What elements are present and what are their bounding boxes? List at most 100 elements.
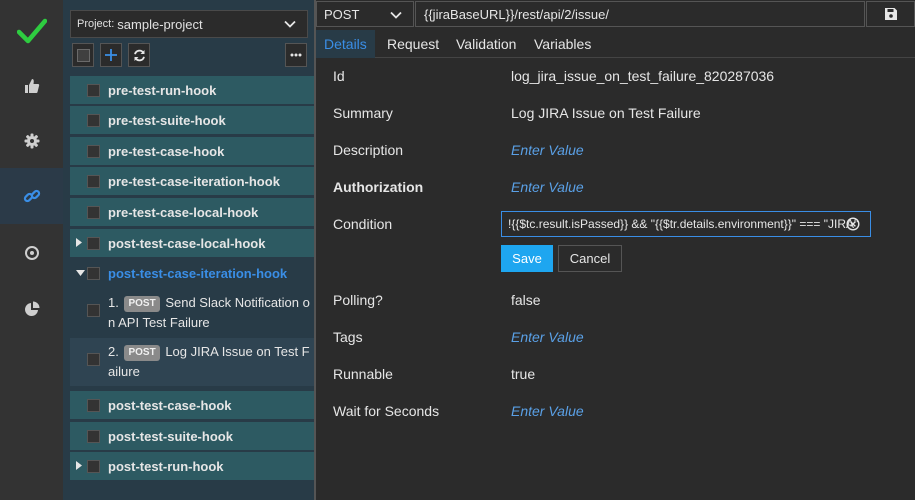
gear-icon [24, 133, 39, 149]
tree-row-label: pre-test-case-hook [108, 144, 225, 159]
project-label: Project: [77, 18, 115, 30]
select-all-checkbox[interactable] [72, 43, 94, 67]
left-nav-rail [0, 0, 63, 500]
ellipsis-icon [290, 53, 302, 57]
row-checkbox[interactable] [87, 206, 100, 219]
description-value[interactable]: Enter Value [511, 142, 584, 158]
row-checkbox[interactable] [87, 114, 100, 127]
nav-settings[interactable] [0, 113, 63, 169]
row-checkbox[interactable] [87, 145, 100, 158]
tree-row-post-test-run-hook[interactable]: post-test-run-hook [70, 452, 314, 480]
hook-item-index: 2. [108, 344, 119, 359]
more-options-button[interactable] [285, 43, 307, 67]
nav-hooks[interactable] [0, 168, 63, 224]
refresh-button[interactable] [128, 43, 150, 67]
project-select[interactable]: Project: sample-project [70, 10, 308, 38]
app-window: Project: sample-project pre-test-run-hoo… [0, 0, 915, 500]
tree-row-post-test-suite-hook[interactable]: post-test-suite-hook [70, 422, 314, 450]
chevron-down-icon [390, 11, 402, 19]
tab-variables[interactable]: Variables [534, 30, 591, 58]
tab-details[interactable]: Details [316, 30, 375, 58]
pie-chart-icon [24, 301, 39, 316]
http-method-select[interactable]: POST [316, 1, 414, 27]
tree-row-label: pre-test-case-local-hook [108, 205, 259, 220]
summary-value[interactable]: Log JIRA Issue on Test Failure [511, 105, 701, 121]
project-name: sample-project [117, 16, 203, 32]
row-checkbox[interactable] [87, 175, 100, 188]
tree-row-label: pre-test-suite-hook [108, 113, 226, 128]
hook-item-log-jira-issue[interactable]: 2. POST Log JIRA Issue on Test F ailure [70, 338, 314, 386]
summary-label: Summary [333, 105, 393, 121]
runnable-value[interactable]: true [511, 366, 535, 382]
refresh-icon [133, 49, 145, 61]
thumbs-up-icon [24, 79, 39, 93]
tree-row-label: post-test-run-hook [108, 459, 224, 474]
id-label: Id [333, 68, 345, 84]
authorization-label: Authorization [333, 179, 424, 195]
panel-divider[interactable] [314, 0, 316, 500]
nav-status[interactable] [0, 3, 63, 59]
plus-icon [105, 49, 117, 61]
nav-reports[interactable] [0, 281, 63, 337]
row-checkbox[interactable] [87, 460, 100, 473]
tree-row-post-test-case-iteration-hook[interactable]: post-test-case-iteration-hook [70, 259, 314, 287]
wait-value[interactable]: Enter Value [511, 403, 584, 419]
floppy-disk-icon [884, 8, 897, 20]
caret-down-icon[interactable] [76, 270, 85, 276]
tree-row-pre-test-case-hook[interactable]: pre-test-case-hook [70, 137, 314, 165]
row-checkbox[interactable] [87, 430, 100, 443]
tree-row-label: pre-test-case-iteration-hook [108, 174, 280, 189]
row-checkbox[interactable] [87, 304, 100, 317]
tree-row-label: post-test-suite-hook [108, 429, 233, 444]
row-checkbox[interactable] [87, 84, 100, 97]
add-hook-button[interactable] [100, 43, 122, 67]
authorization-value[interactable]: Enter Value [511, 179, 584, 195]
save-request-button[interactable] [866, 1, 915, 27]
checkbox-box [76, 48, 90, 62]
row-checkbox[interactable] [87, 399, 100, 412]
tab-validation[interactable]: Validation [456, 30, 516, 58]
tree-row-pre-test-suite-hook[interactable]: pre-test-suite-hook [70, 106, 314, 134]
runnable-label: Runnable [333, 366, 393, 382]
condition-input[interactable]: !{{$tc.result.isPassed}} && "{{$tr.detai… [501, 211, 871, 237]
row-checkbox[interactable] [87, 267, 100, 280]
clear-icon[interactable] [846, 217, 860, 231]
tree-row-post-test-case-hook[interactable]: post-test-case-hook [70, 391, 314, 419]
nav-integrations[interactable] [0, 225, 63, 281]
tags-label: Tags [333, 329, 363, 345]
cancel-button[interactable]: Cancel [558, 245, 622, 272]
save-button[interactable]: Save [501, 245, 553, 272]
tree-row-post-test-case-local-hook[interactable]: post-test-case-local-hook [70, 229, 314, 257]
row-checkbox[interactable] [87, 237, 100, 250]
method-badge: POST [124, 345, 160, 361]
hook-item-text: 2. POST Log JIRA Issue on Test F ailure [108, 342, 314, 382]
polling-value[interactable]: false [511, 292, 541, 308]
condition-label: Condition [333, 216, 393, 232]
tree-row-pre-test-run-hook[interactable]: pre-test-run-hook [70, 76, 314, 104]
wait-label: Wait for Seconds [333, 403, 440, 419]
nav-reviews[interactable] [0, 58, 63, 114]
polling-label: Polling? [333, 292, 383, 308]
description-label: Description [333, 142, 404, 158]
tree-row-pre-test-case-local-hook[interactable]: pre-test-case-local-hook [70, 198, 314, 226]
detail-tabs: Details Request Validation Variables [316, 30, 915, 58]
link-icon [23, 189, 40, 203]
tab-request[interactable]: Request [387, 30, 439, 58]
tree-row-label: pre-test-run-hook [108, 83, 217, 98]
hook-item-index: 1. [108, 295, 119, 310]
id-value: log_jira_issue_on_test_failure_820287036 [511, 68, 775, 84]
tree-row-pre-test-case-iteration-hook[interactable]: pre-test-case-iteration-hook [70, 167, 314, 195]
caret-right-icon[interactable] [76, 238, 82, 247]
http-method-value: POST [324, 6, 360, 22]
tree-row-label: post-test-case-hook [108, 398, 232, 413]
tree-row-label: post-test-case-local-hook [108, 236, 266, 251]
method-badge: POST [124, 296, 160, 312]
row-checkbox[interactable] [87, 353, 100, 366]
caret-right-icon[interactable] [76, 461, 82, 470]
tags-value[interactable]: Enter Value [511, 329, 584, 345]
hook-item-slack-notification[interactable]: 1. POST Send Slack Notification o n API … [70, 289, 314, 337]
checkmark-icon [16, 18, 47, 44]
url-input[interactable]: {{jiraBaseURL}}/rest/api/2/issue/ [415, 1, 865, 27]
tree-row-label: post-test-case-iteration-hook [108, 266, 288, 281]
disc-icon [24, 246, 39, 260]
